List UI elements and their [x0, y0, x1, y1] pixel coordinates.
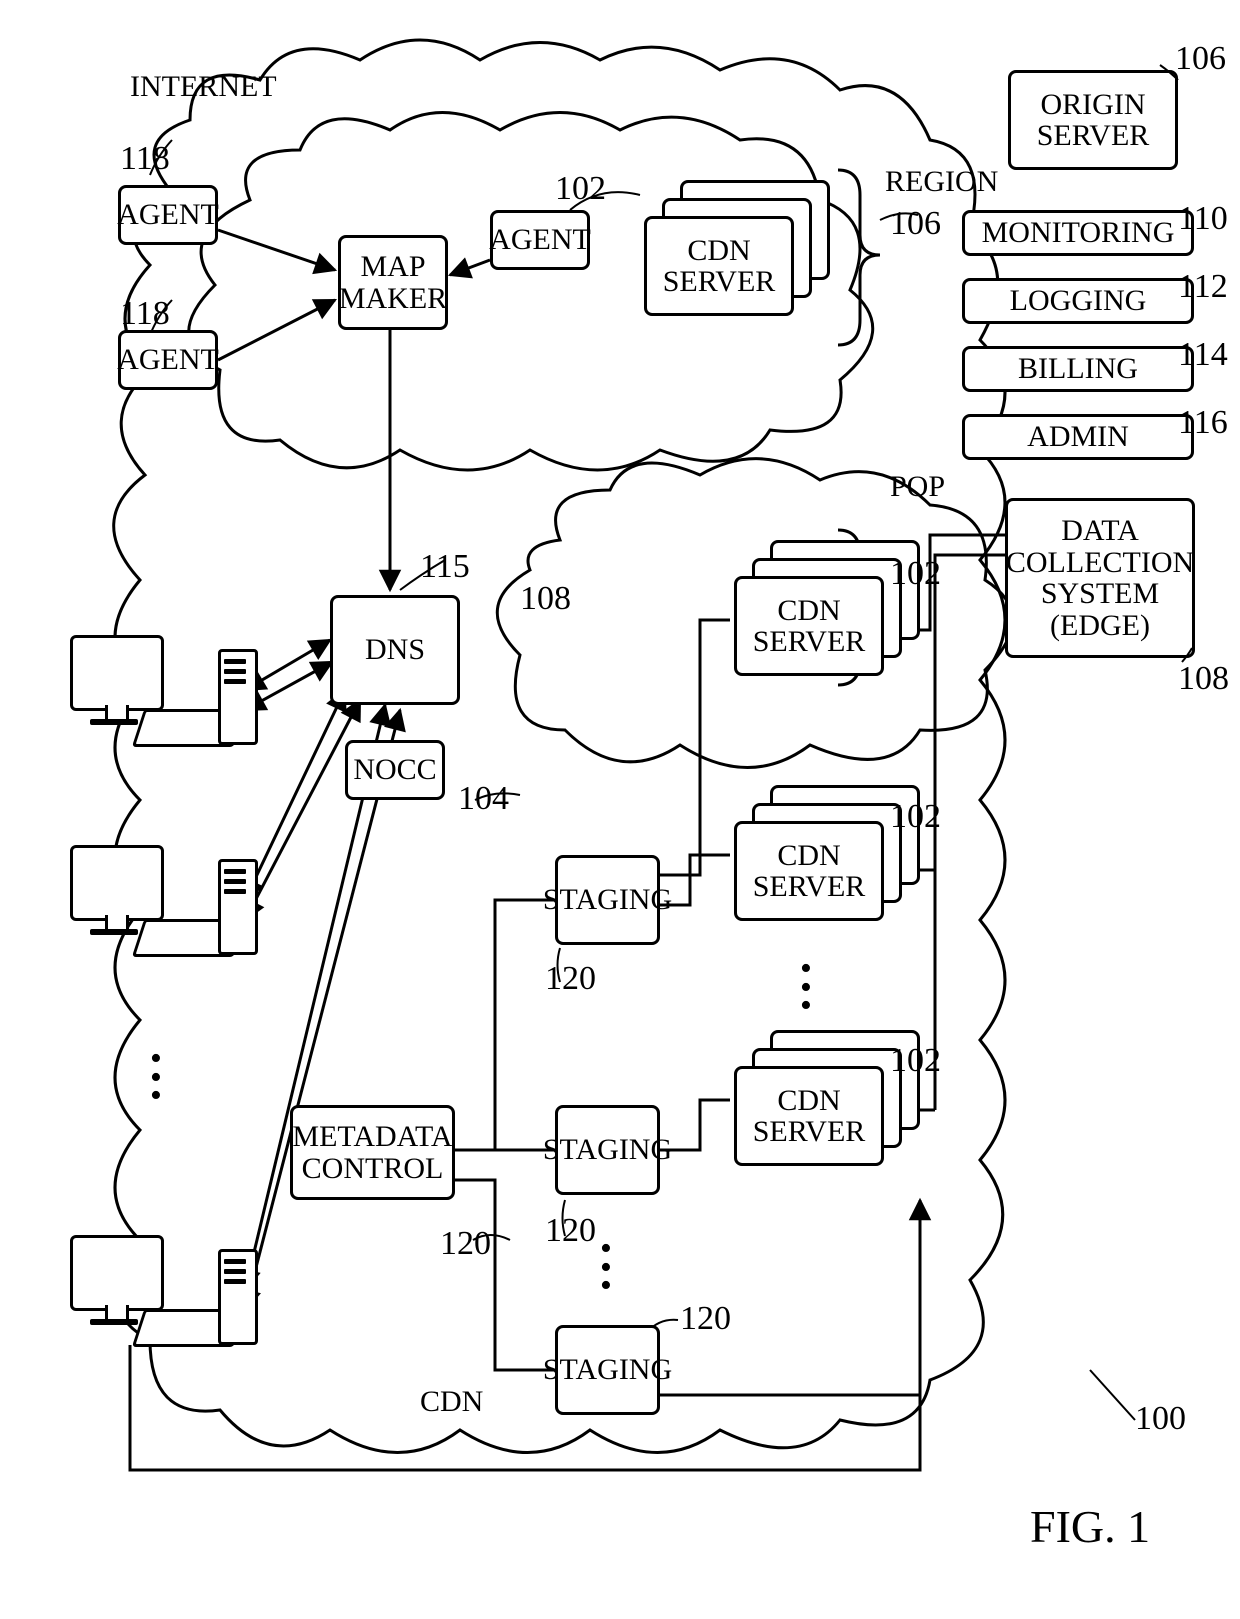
cdn-server-pop-label: CDN SERVER: [753, 595, 866, 658]
ref-120-meta: 120: [440, 1225, 491, 1263]
agent-2: AGENT: [118, 330, 218, 390]
staging-vdots: •••: [600, 1240, 612, 1296]
cdn-server-2-label: CDN SERVER: [753, 840, 866, 903]
ref-118-b: 118: [120, 295, 170, 333]
cdn-server-3: CDN SERVER: [734, 1066, 884, 1166]
ref-120-s3: 120: [680, 1300, 731, 1338]
ref-102-pop: 102: [890, 555, 941, 593]
metadata-control-label: METADATA CONTROL: [292, 1121, 452, 1184]
cdn-server-pop: CDN SERVER: [734, 576, 884, 676]
cdn-server-3-label: CDN SERVER: [753, 1085, 866, 1148]
cdn-server-region: CDN SERVER: [644, 216, 794, 316]
cdn-server-vdots: •••: [800, 960, 812, 1016]
cdn-label: CDN: [420, 1385, 483, 1419]
ref-115: 115: [420, 548, 470, 586]
staging-1-label: STAGING: [543, 884, 672, 916]
ref-102-region: 102: [555, 170, 606, 208]
staging-3: STAGING: [555, 1325, 660, 1415]
ref-102-c: 102: [890, 1042, 941, 1080]
metadata-control-box: METADATA CONTROL: [290, 1105, 455, 1200]
region-label: REGION: [885, 165, 998, 199]
ref-106-region: 106: [890, 205, 941, 243]
agent-1-label: AGENT: [117, 199, 219, 231]
nocc-box: NOCC: [345, 740, 445, 800]
ref-120-s2: 120: [545, 1212, 596, 1250]
agent-2-label: AGENT: [117, 344, 219, 376]
client-vdots: •••: [150, 1050, 162, 1106]
ref-120-s1: 120: [545, 960, 596, 998]
map-maker-box: MAP MAKER: [338, 235, 448, 330]
ref-102-b: 102: [890, 798, 941, 836]
staging-3-label: STAGING: [543, 1354, 672, 1386]
staging-1: STAGING: [555, 855, 660, 945]
ref-104: 104: [458, 780, 509, 818]
agent-3-label: AGENT: [489, 224, 591, 256]
cdn-server-region-label: CDN SERVER: [663, 235, 776, 298]
internet-label: INTERNET: [130, 70, 277, 104]
ref-100: 100: [1135, 1400, 1186, 1438]
agent-1: AGENT: [118, 185, 218, 245]
ref-108-pop: 108: [520, 580, 571, 618]
staging-2: STAGING: [555, 1105, 660, 1195]
cdn-server-2: CDN SERVER: [734, 821, 884, 921]
dns-box: DNS: [330, 595, 460, 705]
map-maker-label: MAP MAKER: [339, 251, 447, 314]
nocc-label: NOCC: [353, 754, 436, 786]
figure-caption: FIG. 1: [1030, 1500, 1150, 1553]
staging-2-label: STAGING: [543, 1134, 672, 1166]
ref-118-a: 118: [120, 140, 170, 178]
agent-3: AGENT: [490, 210, 590, 270]
dns-label: DNS: [365, 634, 425, 666]
pop-label: POP: [890, 470, 945, 504]
